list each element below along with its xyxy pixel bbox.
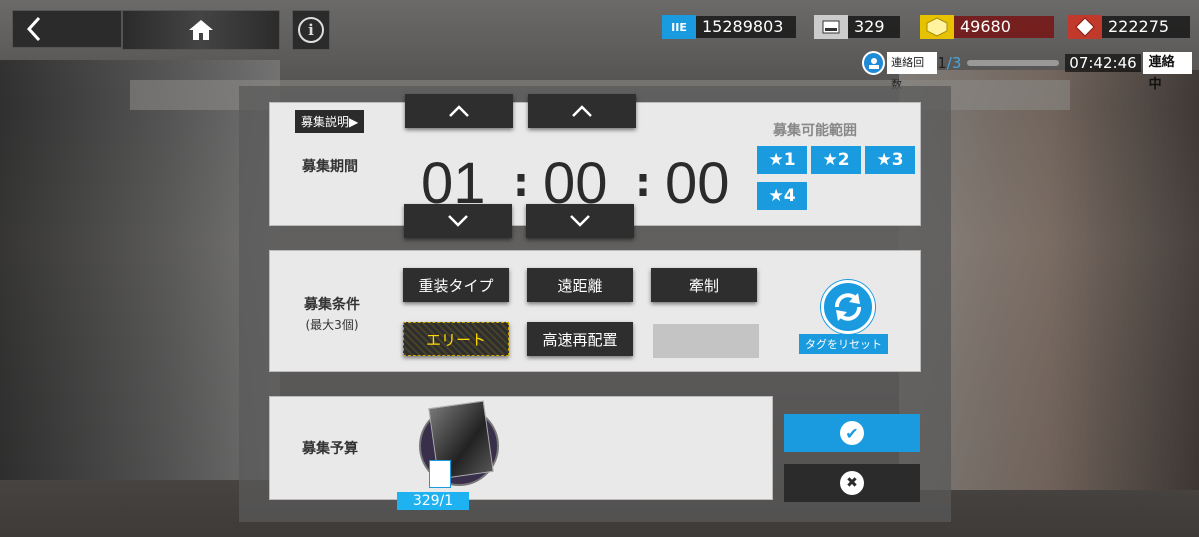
check-icon: ✔: [840, 421, 864, 445]
chevron-up-icon: [449, 105, 469, 117]
star-badge: ★4: [757, 182, 807, 210]
chevron-up-icon: [572, 105, 592, 117]
hours-up-button[interactable]: [405, 94, 513, 128]
originite-icon: [1068, 15, 1102, 39]
contact-count: 1: [937, 54, 947, 72]
minutes-up-button[interactable]: [528, 94, 636, 128]
recruit-budget-label: 募集予算: [302, 441, 358, 457]
resource-originite: 222275: [1068, 15, 1190, 39]
chevron-down-icon: [570, 215, 590, 227]
tag-button[interactable]: 重装タイプ: [403, 268, 509, 302]
back-button[interactable]: [12, 10, 122, 48]
originite-value: 222275: [1102, 16, 1190, 38]
permit-value: 329: [848, 16, 900, 38]
home-button[interactable]: [122, 10, 280, 50]
orundum-icon: [920, 15, 954, 39]
contact-state: 連絡中: [1142, 52, 1192, 92]
hours-down-button[interactable]: [404, 204, 512, 238]
info-button[interactable]: i: [292, 10, 330, 50]
recruit-tags-section: 募集条件 (最大3個) 重装タイプ 遠距離 牽制 エリート 高速再配置 タグをリ…: [269, 250, 921, 372]
cancel-button[interactable]: ✖: [784, 464, 920, 502]
star-badge: ★3: [865, 146, 915, 174]
recruit-budget-section: 募集予算 329/1: [269, 396, 773, 510]
refresh-icon: [835, 293, 861, 321]
tag-slot-empty: [653, 324, 759, 358]
contact-time: 07:42:46: [1065, 54, 1141, 72]
contact-total: /3: [946, 54, 962, 72]
resource-orundum: 49680: [920, 15, 1054, 39]
recruit-panel: 募集説明▶ 募集期間 01 : 00 : 00 募集可能範囲 ★1 ★2 ★3 …: [239, 86, 951, 522]
background-left: [0, 60, 280, 480]
time-colon: :: [513, 160, 529, 206]
contact-label: 連絡回数: [887, 52, 938, 91]
home-icon: [189, 20, 213, 40]
minutes-down-button[interactable]: [526, 204, 634, 238]
lmd-icon: IIE: [662, 15, 696, 39]
tag-button[interactable]: 遠距離: [527, 268, 633, 302]
contact-status: 連絡回数 1 /3 07:42:46 連絡中: [862, 50, 1192, 92]
chevron-down-icon: [448, 215, 468, 227]
resource-permit: 329: [814, 15, 900, 39]
permit-mini-icon: [429, 460, 451, 488]
tag-button[interactable]: 牽制: [651, 268, 757, 302]
confirm-button[interactable]: ✔: [784, 414, 920, 452]
close-icon: ✖: [840, 471, 864, 495]
recruit-permit-item: [419, 400, 499, 488]
contact-progress: [967, 60, 1060, 66]
star-badge: ★2: [811, 146, 861, 174]
seconds-display: 00: [665, 151, 730, 216]
recruit-tags-sublabel: (最大3個): [305, 318, 359, 332]
orundum-value: 49680: [954, 16, 1054, 38]
star-badge: ★1: [757, 146, 807, 174]
recruit-range-title: 募集可能範囲: [773, 123, 857, 139]
reset-tags-button[interactable]: [821, 280, 875, 334]
tag-button[interactable]: 高速再配置: [527, 322, 633, 356]
resource-lmd: IIE 15289803: [662, 15, 796, 39]
recruit-permit-icon: [814, 15, 848, 39]
recruit-time-label: 募集期間: [302, 159, 358, 175]
recruit-info-button[interactable]: 募集説明▶: [295, 110, 365, 133]
permit-count: 329/1: [397, 492, 469, 510]
lmd-value: 15289803: [696, 16, 796, 38]
recruit-time-section: 募集説明▶ 募集期間 01 : 00 : 00 募集可能範囲 ★1 ★2 ★3 …: [269, 94, 921, 238]
time-colon: :: [635, 160, 651, 206]
chevron-left-icon: [26, 16, 41, 42]
recruit-tags-label: 募集条件: [304, 297, 360, 313]
contact-avatar-icon: [862, 51, 886, 75]
reset-tags-label[interactable]: タグをリセット: [799, 334, 888, 354]
tag-button-elite[interactable]: エリート: [403, 322, 509, 356]
info-icon: i: [298, 17, 324, 43]
